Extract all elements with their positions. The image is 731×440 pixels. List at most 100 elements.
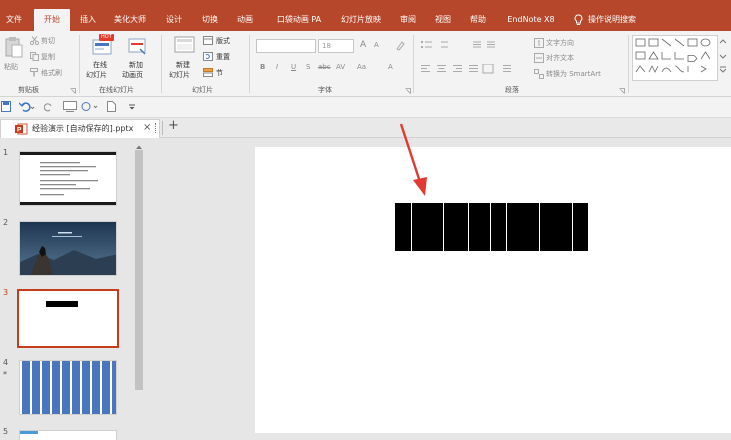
paragraph-group-label: 段落	[505, 86, 519, 94]
slide-2-photo	[20, 222, 116, 275]
slide-number: 4	[3, 358, 9, 367]
new-animation-label-1[interactable]: 新加	[129, 60, 143, 70]
strikethrough-button[interactable]: abc	[318, 63, 331, 71]
clipboard-group-label: 剪贴板	[18, 86, 39, 94]
underline-button[interactable]: U	[291, 63, 296, 71]
save-icon[interactable]	[1, 101, 11, 114]
text-direction-button[interactable]: 文字方向	[546, 38, 574, 48]
slide-thumbnail-4[interactable]	[19, 360, 117, 415]
shapes-gallery[interactable]	[632, 35, 718, 81]
slide-3-block-row	[46, 301, 78, 307]
format-painter-button[interactable]: 格式刷	[41, 68, 62, 78]
tab-beautify-master[interactable]: 美化大师	[110, 9, 150, 31]
ribbon: 粘贴 剪切 复制 格式刷 剪贴板 HOT 在线 幻灯片 新加 动画页 在线幻灯片	[0, 31, 731, 97]
tab-view[interactable]: 视图	[429, 9, 457, 31]
document-tab-bar: P 经验演示 [自动保存的].pptx × +	[0, 118, 731, 138]
touch-mode-icon[interactable]	[81, 101, 101, 114]
smartart-button[interactable]: 转换为 SmartArt	[546, 69, 601, 79]
dialog-launcher-icon[interactable]	[619, 87, 625, 96]
tab-menu-handle[interactable]	[155, 123, 157, 133]
group-separator	[161, 35, 162, 93]
quick-access-toolbar	[0, 97, 731, 118]
group-separator	[628, 35, 629, 93]
font-color-button[interactable]: A	[388, 63, 393, 71]
tab-design[interactable]: 设计	[160, 9, 188, 31]
slides-group-label: 幻灯片	[192, 86, 213, 94]
slide-thumbnail-5[interactable]	[19, 430, 117, 440]
align-text-button[interactable]: 对齐文本	[546, 53, 574, 63]
slide-thumbnail-2[interactable]	[19, 221, 117, 276]
text-shadow-button[interactable]: S	[306, 63, 310, 71]
document-tab[interactable]: P 经验演示 [自动保存的].pptx ×	[0, 119, 160, 138]
slide-4-blue-bars	[22, 361, 116, 414]
new-slide-icon[interactable]	[174, 36, 196, 58]
clear-formatting-icon[interactable]	[395, 41, 405, 53]
tab-home[interactable]: 开始	[34, 9, 70, 31]
tab-transitions[interactable]: 切换	[196, 9, 224, 31]
group-separator	[413, 35, 414, 93]
gallery-scroll-up-icon[interactable]	[719, 37, 727, 79]
char-spacing-button[interactable]: AV	[336, 63, 345, 71]
reset-icon	[203, 52, 213, 63]
slide-thumbnail-3[interactable]	[17, 289, 119, 348]
layout-button[interactable]: 版式	[216, 36, 230, 46]
scrollbar-thumb[interactable]	[135, 150, 143, 390]
powerpoint-icon: P	[15, 123, 28, 137]
slide-animation-star: *	[3, 370, 7, 379]
customize-qat-icon[interactable]	[129, 103, 135, 112]
cut-button[interactable]: 剪切	[41, 36, 55, 46]
font-size-combo[interactable]: 18	[318, 39, 354, 53]
reset-button[interactable]: 重置	[216, 52, 230, 62]
tab-review[interactable]: 审阅	[394, 9, 422, 31]
thumbnail-scrollbar[interactable]	[133, 139, 145, 433]
tab-pocket-animation[interactable]: 口袋动画 PA	[270, 9, 328, 31]
slide-1-footer-bar	[20, 202, 116, 205]
align-icons[interactable]	[421, 63, 511, 76]
tab-help[interactable]: 帮助	[464, 9, 492, 31]
redo-icon[interactable]	[43, 101, 54, 114]
tab-endnote[interactable]: EndNote X8	[500, 9, 562, 31]
presentation-from-beginning-icon[interactable]	[63, 101, 77, 114]
format-painter-icon	[30, 68, 39, 79]
black-block-group[interactable]	[395, 203, 588, 251]
section-button[interactable]: 节	[216, 68, 223, 78]
tab-divider	[162, 121, 163, 135]
new-animation-label-2[interactable]: 动画页	[122, 70, 143, 80]
italic-button[interactable]: I	[276, 63, 278, 71]
slide-thumbnail-1[interactable]	[19, 151, 117, 206]
bold-button[interactable]: B	[260, 63, 265, 71]
dialog-launcher-icon[interactable]	[405, 87, 411, 96]
new-animation-icon[interactable]	[128, 37, 148, 59]
change-case-button[interactable]: Aa	[357, 63, 366, 71]
text-direction-icon	[534, 38, 544, 50]
slide-number: 2	[3, 218, 9, 227]
font-name-combo[interactable]	[256, 39, 316, 53]
svg-text:P: P	[17, 127, 22, 134]
copy-button[interactable]: 复制	[41, 52, 55, 62]
tab-insert[interactable]: 插入	[74, 9, 102, 31]
dialog-launcher-icon[interactable]	[70, 87, 76, 96]
close-tab-button[interactable]: ×	[143, 122, 151, 133]
lightbulb-icon[interactable]	[574, 14, 583, 28]
paste-button[interactable]: 粘贴	[4, 62, 18, 72]
document-tab-title: 经验演示 [自动保存的].pptx	[32, 124, 134, 133]
section-icon	[203, 68, 213, 79]
undo-icon[interactable]	[18, 101, 35, 114]
shrink-font-button[interactable]: A	[374, 41, 379, 49]
current-slide[interactable]	[255, 147, 731, 433]
online-slide-label-2[interactable]: 幻灯片	[86, 70, 107, 80]
tab-slideshow[interactable]: 幻灯片放映	[336, 9, 386, 31]
hot-badge: HOT	[99, 34, 114, 41]
new-document-icon[interactable]	[107, 101, 116, 114]
tell-me-search[interactable]: 操作说明搜索	[588, 9, 648, 31]
tab-animations[interactable]: 动画	[231, 9, 259, 31]
online-slide-label-1[interactable]: 在线	[93, 60, 107, 70]
tab-file[interactable]: 文件	[0, 9, 28, 31]
slide-editing-area	[145, 139, 731, 433]
bullets-icon[interactable]	[421, 40, 503, 52]
new-slide-label-2[interactable]: 幻灯片	[169, 70, 190, 80]
paste-icon[interactable]	[5, 36, 23, 60]
new-slide-label-1[interactable]: 新建	[176, 60, 190, 70]
grow-font-button[interactable]: A	[360, 40, 366, 50]
new-tab-button[interactable]: +	[168, 118, 179, 133]
